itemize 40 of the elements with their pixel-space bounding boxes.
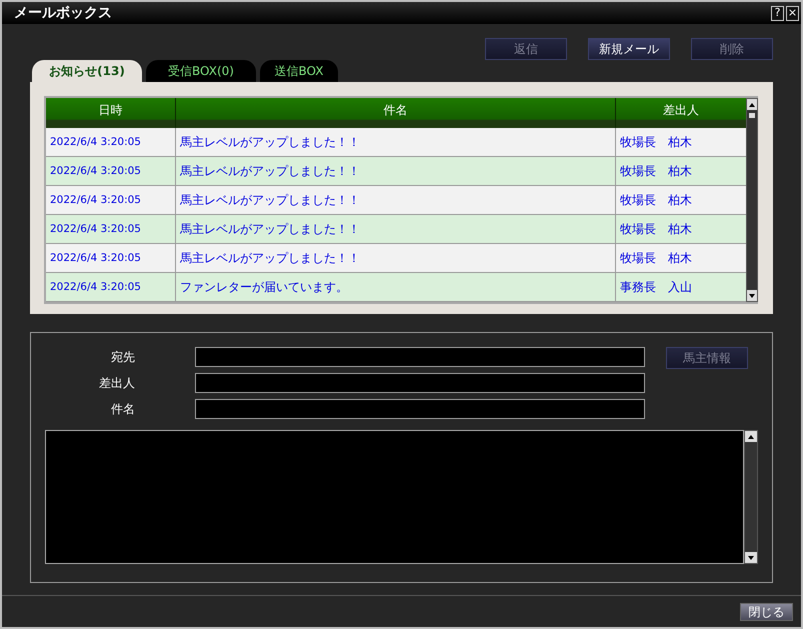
table-cell[interactable]: 事務長 入山	[616, 273, 746, 301]
table-cell[interactable]: 馬主レベルがアップしました！！	[176, 215, 616, 243]
close-button[interactable]: ×	[786, 6, 799, 20]
field-label: 宛先	[110, 348, 135, 366]
table-cell[interactable]: ファンレターが届いています。	[176, 273, 616, 301]
input-field[interactable]	[195, 399, 645, 419]
tab[interactable]: お知らせ(13)	[32, 60, 142, 82]
field-label: 差出人	[98, 374, 135, 392]
table-cell[interactable]: 牧場長 柏木	[616, 186, 746, 214]
scrollbar[interactable]	[746, 98, 758, 302]
table-cell[interactable]: 牧場長 柏木	[616, 215, 746, 243]
scroll-down-icon[interactable]	[745, 552, 757, 563]
help-button[interactable]: ?	[771, 6, 784, 20]
table-cell[interactable]: 2022/6/4 3:20:05	[46, 273, 176, 301]
table-cell[interactable]: 牧場長 柏木	[616, 128, 746, 156]
action-button[interactable]: 新規メール	[588, 38, 670, 60]
column-header: 差出人	[662, 102, 700, 118]
scroll-up-icon[interactable]	[747, 99, 757, 110]
table-cell[interactable]: 2022/6/4 3:20:05	[46, 215, 176, 243]
tab[interactable]: 受信BOX(0)	[146, 60, 256, 82]
table-cell[interactable]: 馬主レベルがアップしました！！	[176, 157, 616, 185]
table-cell[interactable]: 馬主レベルがアップしました！！	[176, 128, 616, 156]
scroll-thumb[interactable]	[749, 113, 755, 118]
scroll-up-icon[interactable]	[745, 431, 757, 442]
input-field[interactable]	[195, 373, 645, 393]
tab[interactable]: 送信BOX	[260, 60, 338, 82]
table-cell[interactable]: 2022/6/4 3:20:05	[46, 157, 176, 185]
field-label: 件名	[110, 400, 135, 418]
scroll-down-icon[interactable]	[747, 290, 757, 301]
table-cell[interactable]: 2022/6/4 3:20:05	[46, 186, 176, 214]
table-cell[interactable]: 牧場長 柏木	[616, 157, 746, 185]
table-cell[interactable]: 2022/6/4 3:20:05	[46, 244, 176, 272]
window-title: メールボックス	[14, 4, 112, 22]
table-cell[interactable]: 馬主レベルがアップしました！！	[176, 244, 616, 272]
scrollbar[interactable]	[744, 430, 758, 564]
table-cell[interactable]: 2022/6/4 3:20:05	[46, 128, 176, 156]
input-field[interactable]	[195, 347, 645, 367]
close-dialog-button[interactable]: 閉じる	[740, 602, 793, 620]
table-cell[interactable]: 馬主レベルがアップしました！！	[176, 186, 616, 214]
table-cell[interactable]: 牧場長 柏木	[616, 244, 746, 272]
